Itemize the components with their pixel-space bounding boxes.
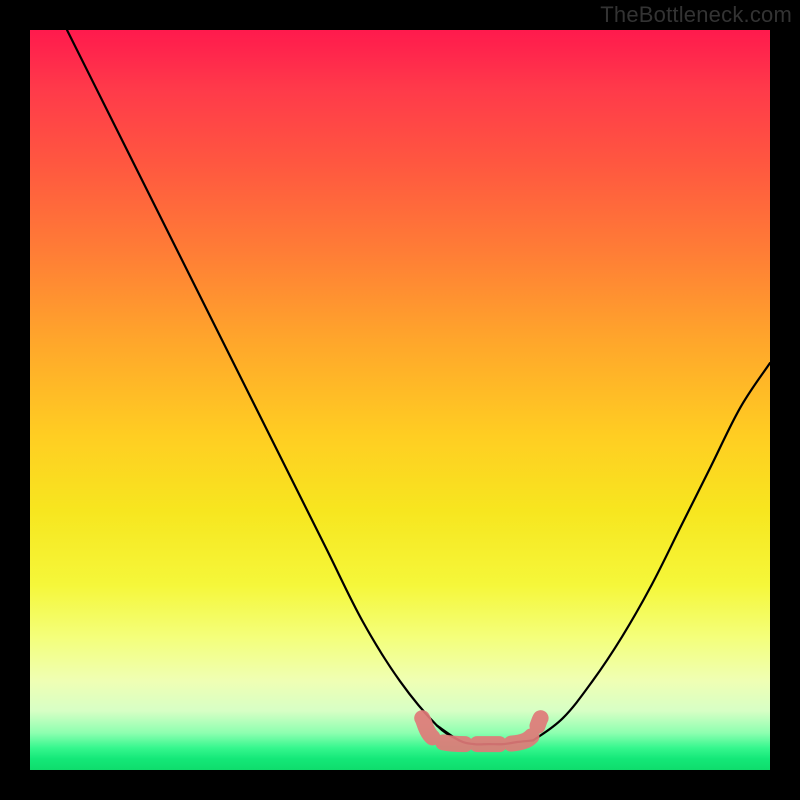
plot-area — [30, 30, 770, 770]
watermark-text: TheBottleneck.com — [600, 2, 792, 28]
curves-svg — [30, 30, 770, 770]
left-branch-curve — [67, 30, 459, 740]
right-branch-curve — [533, 363, 770, 740]
chart-frame: TheBottleneck.com — [0, 0, 800, 800]
optimal-range-highlight — [422, 718, 540, 744]
